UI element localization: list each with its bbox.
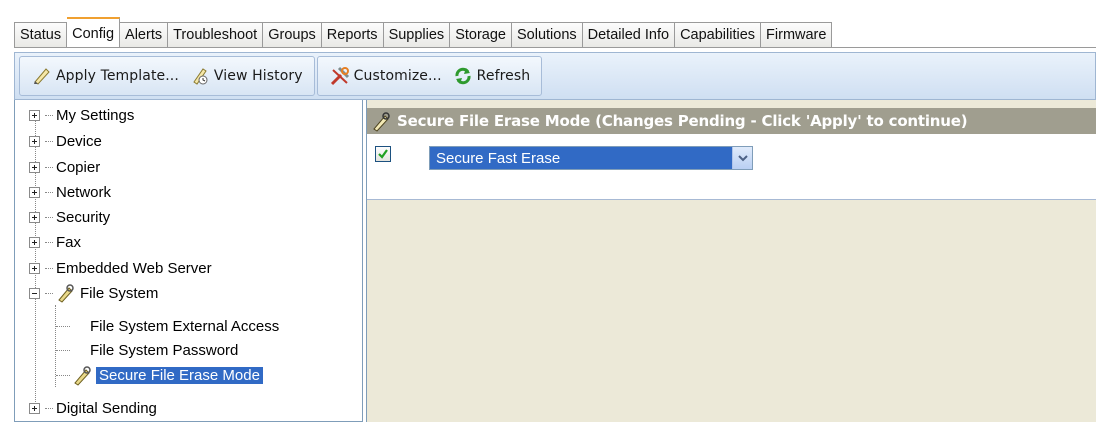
detail-header-title: Secure File Erase Mode (Changes Pending … bbox=[397, 112, 968, 130]
tree-item-file-system-external-access[interactable]: File System External Access bbox=[90, 314, 279, 338]
tree-item-network[interactable]: Network bbox=[29, 180, 111, 204]
tree-item-my-settings[interactable]: My Settings bbox=[29, 103, 134, 127]
enable-checkbox[interactable] bbox=[375, 146, 391, 162]
tree-item-device[interactable]: Device bbox=[29, 129, 102, 153]
tree-item-copier[interactable]: Copier bbox=[29, 155, 100, 179]
detail-header: Secure File Erase Mode (Changes Pending … bbox=[367, 108, 1096, 134]
collapse-icon[interactable] bbox=[29, 287, 40, 299]
expand-icon[interactable] bbox=[29, 236, 40, 248]
tree-item-label: File System bbox=[80, 284, 159, 302]
tree-connector bbox=[45, 216, 53, 218]
tab-firmware[interactable]: Firmware bbox=[761, 22, 833, 48]
history-icon bbox=[189, 65, 211, 87]
refresh-label: Refresh bbox=[476, 68, 531, 84]
tree-item-label: Secure File Erase Mode bbox=[96, 366, 263, 384]
tree-item-label: Digital Sending bbox=[56, 399, 157, 417]
tree-connector bbox=[45, 267, 53, 269]
template-icon bbox=[31, 65, 53, 87]
tab-storage[interactable]: Storage bbox=[450, 22, 512, 48]
erase-mode-value: Secure Fast Erase bbox=[436, 149, 561, 167]
tree-item-label: Network bbox=[56, 183, 112, 201]
tree-connector bbox=[56, 350, 70, 351]
tree-item-fax[interactable]: Fax bbox=[29, 230, 81, 254]
tab-detailed-info[interactable]: Detailed Info bbox=[582, 22, 676, 48]
chevron-down-icon[interactable] bbox=[732, 147, 752, 169]
expand-icon[interactable] bbox=[29, 402, 40, 414]
customize-button[interactable]: Customize... bbox=[324, 61, 447, 91]
tree-item-label: Embedded Web Server bbox=[56, 259, 212, 277]
tree-item-label: My Settings bbox=[56, 106, 135, 124]
config-tree: My Settings Device Copier Network Securi… bbox=[14, 100, 363, 422]
view-history-label: View History bbox=[213, 68, 303, 84]
tree-connector bbox=[56, 326, 70, 327]
apply-template-button[interactable]: Apply Template... bbox=[26, 61, 184, 91]
settings-wrench-icon bbox=[56, 283, 76, 303]
tree-connector bbox=[45, 140, 53, 142]
tree-item-secure-file-erase-mode[interactable]: Secure File Erase Mode bbox=[72, 363, 263, 387]
refresh-icon bbox=[452, 65, 474, 87]
expand-icon[interactable] bbox=[29, 262, 40, 274]
customize-label: Customize... bbox=[353, 68, 442, 84]
expand-icon[interactable] bbox=[29, 186, 40, 198]
tree-item-security[interactable]: Security bbox=[29, 205, 110, 229]
tree-connector bbox=[56, 375, 70, 376]
toolbar-group-history: Apply Template... View History bbox=[19, 56, 315, 96]
toolbar-group-actions: Customize... Refresh bbox=[316, 56, 543, 96]
tab-row: Status Config Alerts Troubleshoot Groups… bbox=[14, 17, 833, 48]
tree-item-label: File System External Access bbox=[90, 317, 280, 335]
expand-icon[interactable] bbox=[29, 161, 40, 173]
tab-strip: Status Config Alerts Troubleshoot Groups… bbox=[0, 0, 1096, 52]
toolbar: Apply Template... View History Customize… bbox=[14, 52, 1096, 100]
tree-connector bbox=[45, 292, 53, 294]
erase-mode-select[interactable]: Secure Fast Erase bbox=[429, 146, 753, 170]
tab-status[interactable]: Status bbox=[14, 22, 68, 48]
tree-connector bbox=[45, 191, 53, 193]
tree-connector bbox=[45, 407, 53, 409]
tab-capabilities[interactable]: Capabilities bbox=[675, 22, 762, 48]
expand-icon[interactable] bbox=[29, 135, 40, 147]
settings-wrench-icon bbox=[72, 364, 94, 386]
tab-supplies[interactable]: Supplies bbox=[383, 22, 451, 48]
view-history-button[interactable]: View History bbox=[184, 61, 308, 91]
tree-item-file-system[interactable]: File System bbox=[29, 281, 158, 305]
expand-icon[interactable] bbox=[29, 109, 40, 121]
detail-panel: Secure File Erase Mode (Changes Pending … bbox=[366, 100, 1096, 422]
expand-icon[interactable] bbox=[29, 211, 40, 223]
tree-item-digital-sending[interactable]: Digital Sending bbox=[29, 396, 157, 420]
tree-connector bbox=[45, 114, 53, 116]
tab-groups[interactable]: Groups bbox=[263, 22, 322, 48]
detail-body: Secure Fast Erase bbox=[367, 134, 1096, 200]
tree-item-label: File System Password bbox=[90, 341, 239, 359]
tree-connector bbox=[45, 166, 53, 168]
tree-item-label: Device bbox=[56, 132, 102, 150]
checkmark-icon bbox=[378, 149, 388, 159]
tree-item-file-system-password[interactable]: File System Password bbox=[90, 338, 238, 362]
apply-template-label: Apply Template... bbox=[56, 68, 179, 84]
tab-solutions[interactable]: Solutions bbox=[511, 22, 583, 48]
tree-item-label: Copier bbox=[56, 158, 101, 176]
tab-troubleshoot[interactable]: Troubleshoot bbox=[168, 22, 264, 48]
tab-reports[interactable]: Reports bbox=[321, 22, 384, 48]
tools-icon bbox=[329, 65, 351, 87]
tab-alerts[interactable]: Alerts bbox=[120, 22, 169, 48]
tree-connector bbox=[45, 241, 53, 243]
refresh-button[interactable]: Refresh bbox=[447, 61, 536, 91]
tab-config[interactable]: Config bbox=[67, 17, 121, 47]
settings-wrench-icon bbox=[371, 110, 393, 132]
tree-item-label: Fax bbox=[56, 233, 82, 251]
tree-item-embedded-web-server[interactable]: Embedded Web Server bbox=[29, 256, 212, 280]
tree-item-label: Security bbox=[56, 208, 111, 226]
tab-divider bbox=[14, 47, 1096, 48]
